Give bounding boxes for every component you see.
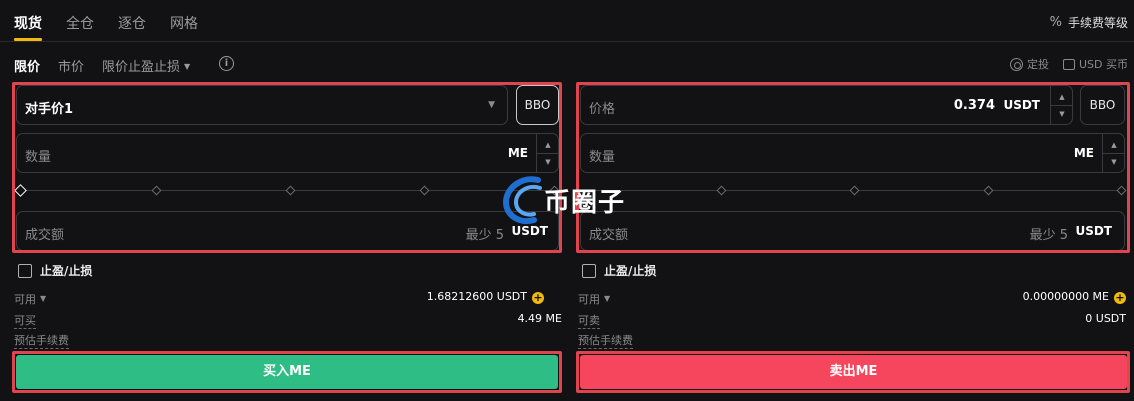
trade-panel: 现货 全仓 逐仓 网格 % 手续费等级 限价 市价 限价止盈止损 ▼ i 定投 U…	[0, 0, 1134, 401]
slider-node[interactable]	[849, 185, 860, 196]
buy-bbo-button[interactable]: BBO	[516, 85, 559, 125]
sell-quantity-placeholder: 数量	[589, 150, 616, 165]
plus-icon[interactable]: +	[1114, 292, 1126, 304]
decrement-icon[interactable]: ▼	[1103, 153, 1125, 172]
sell-button[interactable]: 卖出ME	[580, 355, 1127, 389]
increment-icon[interactable]: ▲	[537, 134, 559, 153]
tab-isolated[interactable]: 逐仓	[118, 13, 146, 33]
buy-est-fee-label: 预估手续费	[14, 334, 69, 349]
sell-quantity-stepper: ▲ ▼	[1102, 134, 1125, 172]
decrement-icon[interactable]: ▼	[1051, 105, 1073, 124]
slider-node[interactable]	[1116, 185, 1127, 196]
slider-node[interactable]	[983, 185, 994, 196]
tools: 定投 USD 买币	[1009, 56, 1128, 72]
tab-spot[interactable]: 现货	[14, 13, 42, 41]
watermark: 币圈子	[500, 172, 645, 228]
sell-available-text: 可用	[578, 293, 600, 306]
order-type-market[interactable]: 市价	[58, 56, 84, 75]
sell-available-value: 0.00000000 ME +	[1023, 290, 1126, 304]
sell-available-amount: 0.00000000 ME	[1022, 290, 1109, 303]
tab-grid[interactable]: 网格	[170, 13, 198, 33]
sell-quantity-field[interactable]: 数量 ME ▲ ▼	[580, 133, 1125, 173]
slider-handle[interactable]	[14, 184, 27, 197]
buy-amount-placeholder: 成交额	[25, 228, 65, 243]
buy-percent-slider[interactable]	[14, 184, 560, 198]
buy-amount-field[interactable]: 成交额 最少 5 USDT	[16, 211, 559, 251]
sell-percent-slider[interactable]	[584, 184, 1127, 198]
caret-down-icon: ▼	[184, 62, 191, 71]
buy-quantity-placeholder: 数量	[25, 150, 52, 165]
buy-quantity-stepper: ▲ ▼	[536, 134, 559, 172]
buy-amount-min: 最少 5	[465, 228, 504, 243]
sell-amount-min: 最少 5	[1029, 228, 1068, 243]
sell-quantity-unit: ME	[1073, 146, 1094, 160]
watermark-logo-icon	[502, 176, 542, 224]
slider-node[interactable]	[716, 185, 727, 196]
buy-tpsl-label: 止盈/止损	[40, 264, 93, 278]
buy-available-amount: 1.68212600 USDT	[426, 290, 527, 303]
sell-tpsl-label: 止盈/止损	[604, 264, 657, 278]
order-type-tpsl-label: 限价止盈止损	[102, 60, 181, 75]
order-type-limit[interactable]: 限价	[14, 56, 40, 75]
plus-icon[interactable]: +	[532, 292, 544, 304]
decrement-icon[interactable]: ▼	[537, 153, 559, 172]
dca-label: 定投	[1026, 58, 1049, 71]
watermark-text: 币圈子	[544, 188, 626, 218]
buy-available-value: 1.68212600 USDT +	[427, 290, 544, 304]
fee-level-link[interactable]: % 手续费等级	[1050, 14, 1128, 31]
checkbox-icon	[582, 263, 596, 278]
percent-icon: %	[1049, 15, 1062, 30]
sell-price-value: 0.374	[953, 98, 995, 113]
sell-amount-unit: USDT	[1075, 224, 1112, 238]
target-icon	[1009, 57, 1023, 71]
sell-price-field[interactable]: 价格 0.374 USDT ▲ ▼	[580, 85, 1073, 125]
sell-can-sell-value: 0 USDT	[1085, 312, 1126, 325]
sell-price-label: 价格	[589, 102, 616, 117]
sell-bbo-button[interactable]: BBO	[1080, 85, 1125, 125]
buy-can-buy-label: 可买	[14, 314, 36, 329]
fee-level-label: 手续费等级	[1067, 16, 1128, 30]
sell-amount-field[interactable]: 成交额 最少 5 USDT	[580, 211, 1125, 251]
slider-node[interactable]	[419, 185, 430, 196]
sell-available-label[interactable]: 可用 ▼	[578, 291, 610, 307]
usd-buy-button[interactable]: USD 买币	[1062, 56, 1128, 72]
increment-icon[interactable]: ▲	[1051, 86, 1073, 105]
buy-can-buy-value: 4.49 ME	[517, 312, 562, 325]
bag-icon	[1062, 58, 1075, 70]
order-type-tpsl[interactable]: 限价止盈止损 ▼	[102, 56, 190, 75]
tab-cross[interactable]: 全仓	[66, 13, 94, 33]
slider-node[interactable]	[285, 185, 296, 196]
sell-price-stepper: ▲ ▼	[1050, 86, 1073, 124]
account-tabs: 现货 全仓 逐仓 网格 % 手续费等级	[0, 0, 1134, 42]
info-icon[interactable]: i	[219, 56, 234, 71]
buy-tpsl-checkbox[interactable]: 止盈/止损	[18, 262, 92, 279]
dca-button[interactable]: 定投	[1009, 56, 1049, 72]
sell-can-sell-label: 可卖	[578, 314, 600, 329]
buy-available-label[interactable]: 可用 ▼	[14, 291, 46, 307]
checkbox-icon	[18, 263, 32, 278]
buy-button[interactable]: 买入ME	[16, 355, 558, 389]
sell-price-unit: USDT	[1003, 98, 1040, 112]
increment-icon[interactable]: ▲	[1103, 134, 1125, 153]
caret-down-icon: ▼	[40, 294, 47, 303]
buy-quantity-field[interactable]: 数量 ME ▲ ▼	[16, 133, 559, 173]
caret-down-icon: ▼	[604, 294, 611, 303]
buy-available-text: 可用	[14, 293, 36, 306]
sell-tpsl-checkbox[interactable]: 止盈/止损	[582, 262, 656, 279]
buy-counter-price-value: 对手价1	[25, 102, 74, 117]
buy-counter-price-select[interactable]: 对手价1 ▼	[16, 85, 508, 125]
dropdown-arrow-icon: ▼	[488, 100, 495, 110]
sell-est-fee-label: 预估手续费	[578, 334, 633, 349]
usd-buy-label: USD 买币	[1078, 58, 1128, 71]
buy-quantity-unit: ME	[507, 146, 528, 160]
slider-node[interactable]	[151, 185, 162, 196]
